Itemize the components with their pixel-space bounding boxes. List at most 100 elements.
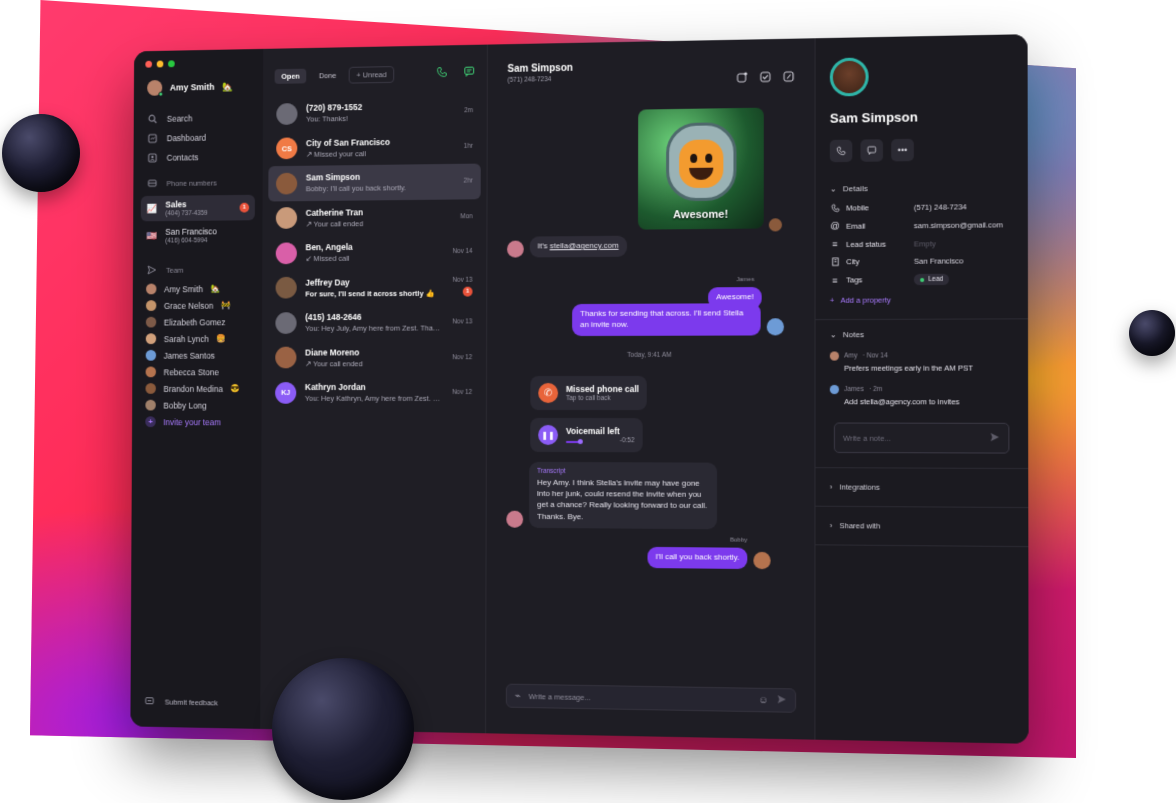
detail-lead-status[interactable]: ≡ Lead status Empty xyxy=(830,233,1013,253)
at-icon: @ xyxy=(830,220,840,231)
date-separator: Today, 9:41 AM xyxy=(627,351,672,359)
phone-number-san-francisco[interactable]: 🇺🇸 San Francisco (416) 604-5994 xyxy=(141,222,255,248)
notes-toggle[interactable]: ⌄ Notes xyxy=(830,323,1014,345)
conversation-item[interactable]: Sam Simpson Bobby: I'll call you back sho… xyxy=(268,163,481,202)
sidebar: Amy Smith 🏡 Search Dashboard Contacts Ph… xyxy=(130,48,264,729)
add-property-button[interactable]: + Add a property xyxy=(830,289,1014,315)
contact-actions: ••• xyxy=(829,137,1013,163)
conversation-item[interactable]: KJ Kathryn Jordan You: Hey Kathryn, Amy he… xyxy=(267,375,480,410)
compose-icon[interactable] xyxy=(783,71,794,85)
team-member[interactable]: James Santos xyxy=(140,347,254,364)
note-item[interactable]: Amy · Nov 14 Prefers meetings early in the… xyxy=(829,345,1014,379)
note-item[interactable]: James · 2m Add stella@agency.com to invite… xyxy=(829,379,1014,413)
transcript-label: Transcript xyxy=(537,467,566,476)
chevron-right-icon: › xyxy=(829,521,833,531)
send-icon[interactable] xyxy=(777,694,787,706)
conversation-item[interactable]: CS City of San Francisco ↗ Missed your cal… xyxy=(268,128,480,166)
new-call-icon[interactable] xyxy=(436,66,448,81)
maximize-window-button[interactable] xyxy=(168,60,175,68)
voicemail-duration: -0:52 xyxy=(619,437,635,445)
conversation-name: (720) 879-1552 xyxy=(306,102,363,114)
voicemail-progress-bar[interactable] xyxy=(565,441,580,444)
attachment-icon[interactable]: ⌁ xyxy=(515,690,521,701)
team-member[interactable]: Brandon Medina 😎 xyxy=(140,380,254,397)
mouth-graphic xyxy=(689,167,714,180)
phone-number-name: Sales xyxy=(165,199,187,210)
team-member-name: Bobby Long xyxy=(163,400,207,411)
conversation-item[interactable]: Diane Moreno ↗ Your call ended Nov 12 xyxy=(268,340,481,375)
team-member[interactable]: Rebecca Stone xyxy=(140,363,254,380)
team-member[interactable]: Amy Smith 🏡 xyxy=(140,280,254,297)
close-window-button[interactable] xyxy=(145,60,153,68)
pause-icon[interactable]: ❚❚ xyxy=(538,424,559,445)
call-button[interactable] xyxy=(829,139,853,163)
conversation-item[interactable]: Ben, Angela ↙ Missed call Nov 14 xyxy=(268,234,481,271)
note-input[interactable] xyxy=(843,433,990,443)
outgoing-message-bubble: I'll call you back shortly. xyxy=(647,546,748,569)
tag-chip[interactable]: Lead xyxy=(913,273,950,286)
snooze-icon[interactable] xyxy=(737,72,748,86)
nav-dashboard[interactable]: Dashboard xyxy=(141,127,255,148)
detail-mobile[interactable]: Mobile (571) 248-7234 xyxy=(830,198,1013,217)
incoming-message-bubble: It's stella@agency.com xyxy=(529,235,627,258)
integrations-toggle[interactable]: › Integrations xyxy=(830,472,1014,503)
nav-contacts[interactable]: Contacts xyxy=(141,147,255,168)
conversation-item[interactable]: (415) 148-2646 You: Hey July, Amy here fr… xyxy=(268,304,481,340)
invite-team-button[interactable]: + Invite your team xyxy=(140,413,254,430)
shared-with-toggle[interactable]: › Shared with xyxy=(830,511,1014,542)
message-composer: ⌁ ☺ xyxy=(505,683,797,713)
voicemail-card[interactable]: ❚❚ Voicemail left -0:52 xyxy=(530,417,643,453)
emoji-icon[interactable]: ☺ xyxy=(758,694,768,705)
submit-feedback-button[interactable]: Submit feedback xyxy=(144,695,218,708)
phone-number-sales[interactable]: 📈 Sales (404) 737-4359 1 xyxy=(140,194,255,222)
send-note-icon[interactable] xyxy=(990,432,1000,444)
filter-unread-button[interactable]: + Unread xyxy=(348,66,395,84)
avatar xyxy=(275,346,297,369)
gif-message[interactable]: Awesome! xyxy=(637,107,764,230)
conversation-item[interactable]: (720) 879-1552 You: Thanks! 2m xyxy=(269,93,481,131)
chevron-right-icon: › xyxy=(829,482,833,492)
details-toggle[interactable]: ⌄ Details xyxy=(830,176,1013,199)
missed-call-card[interactable]: ✆ Missed phone call Tap to call back xyxy=(530,375,647,411)
conversation-preview: Bobby: I'll call you back shortly. xyxy=(305,183,406,194)
conversation-time: Nov 12 xyxy=(452,389,473,397)
current-user[interactable]: Amy Smith 🏡 xyxy=(141,78,255,97)
message-input[interactable] xyxy=(528,691,751,705)
detail-label-text: Mobile xyxy=(846,203,869,213)
detail-city[interactable]: City San Francisco xyxy=(830,252,1014,271)
message-button[interactable] xyxy=(860,139,884,162)
detail-label: ≡ Lead status xyxy=(830,238,914,249)
conversation-item[interactable]: Catherine Tran ↗ Your call ended Mon xyxy=(268,199,480,236)
avatar xyxy=(275,242,297,264)
phone-number-name: San Francisco xyxy=(165,226,217,237)
avatar xyxy=(506,510,524,528)
section-label: Notes xyxy=(842,330,865,340)
team-member[interactable]: Sarah Lynch 🍔 xyxy=(140,330,254,347)
avatar xyxy=(145,383,156,394)
detail-tags[interactable]: ≡ Tags Lead xyxy=(830,269,1014,289)
team-heading: Team xyxy=(140,250,254,281)
conversation-item[interactable]: Jeffrey Day For sure, I'll send it across… xyxy=(268,269,481,305)
conversation-time: Nov 14 xyxy=(452,248,473,256)
section-label: Team xyxy=(166,265,184,275)
avatar xyxy=(145,349,157,361)
new-message-icon[interactable] xyxy=(463,66,475,81)
more-options-button[interactable]: ••• xyxy=(891,138,914,162)
conversation-meta: Nov 13 1 xyxy=(452,277,473,297)
detail-email[interactable]: @ Email sam.simpson@gmail.com xyxy=(830,215,1013,235)
team-member-name: Rebecca Stone xyxy=(163,366,219,377)
team-member[interactable]: Elizabeth Gomez xyxy=(140,313,254,330)
detail-value: San Francisco xyxy=(913,256,964,266)
detail-label: ≡ Tags xyxy=(830,274,914,285)
tab-done[interactable]: Done xyxy=(312,68,343,83)
mark-done-icon[interactable] xyxy=(760,71,771,85)
avatar xyxy=(507,240,524,258)
eye-graphic xyxy=(705,153,713,163)
nav-label: Contacts xyxy=(166,152,199,163)
email-link[interactable]: stella@agency.com xyxy=(550,241,619,251)
tab-open[interactable]: Open xyxy=(274,68,307,84)
nav-search[interactable]: Search xyxy=(141,108,255,129)
team-member[interactable]: Grace Nelson 🚧 xyxy=(140,297,254,314)
team-member[interactable]: Bobby Long xyxy=(140,397,254,414)
minimize-window-button[interactable] xyxy=(156,60,164,68)
